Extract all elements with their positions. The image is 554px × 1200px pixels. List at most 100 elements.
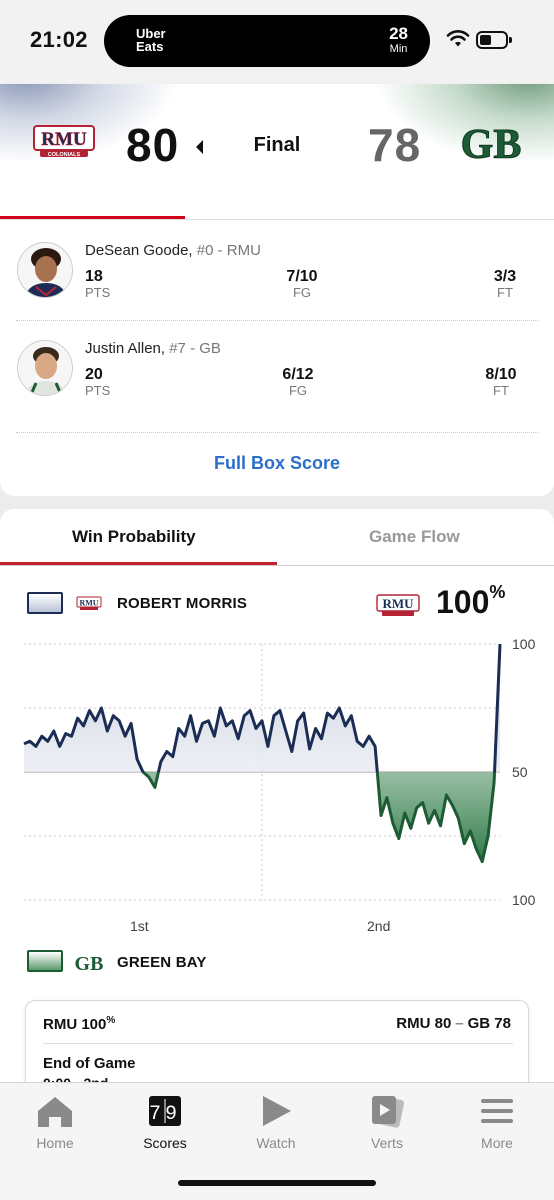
gb-color-swatch xyxy=(27,950,63,972)
stat-label: FG xyxy=(288,383,308,398)
stat-value: 3/3 xyxy=(493,268,517,285)
stat-value: 18 xyxy=(85,268,103,285)
play-score: RMU 80– GB 78 xyxy=(396,1015,511,1032)
tab-more[interactable]: More xyxy=(452,1093,542,1151)
tab-game-flow[interactable]: Game Flow xyxy=(369,527,460,547)
y-tick-label: 50 xyxy=(512,764,528,780)
home-score: 80 xyxy=(126,119,180,171)
status-bar: 21:02 Uber Eats 28 Min xyxy=(0,0,554,84)
svg-text:RMU: RMU xyxy=(41,129,87,150)
stat-value: 20 xyxy=(85,366,103,383)
menu-icon xyxy=(481,1099,513,1123)
leader-row[interactable]: Justin Allen, #7 - GB 20 PTS 6/12 FG 8/1… xyxy=(0,340,554,436)
stat-fg: 7/10 FG xyxy=(270,268,334,300)
game-status: Final xyxy=(253,134,301,156)
wifi-icon xyxy=(446,30,470,47)
play-win-prob-sym: % xyxy=(106,1015,116,1026)
live-activity-island[interactable]: Uber Eats 28 Min xyxy=(104,15,430,67)
away-score: 78 xyxy=(368,119,422,171)
tab-label: Verts xyxy=(371,1135,403,1151)
play-score-away: GB 78 xyxy=(467,1015,511,1032)
tab-divider xyxy=(0,565,554,566)
win-probability-chart[interactable]: 100 50 100 xyxy=(0,634,554,934)
player-name-text: DeSean Goode, xyxy=(85,242,193,259)
stat-label: FT xyxy=(493,383,509,398)
stat-pts: 20 PTS xyxy=(85,366,110,398)
play-icon xyxy=(263,1096,291,1126)
y-tick-label: 100 xyxy=(512,892,536,908)
player-name: Justin Allen, #7 - GB xyxy=(85,340,221,357)
player-avatar xyxy=(17,340,73,396)
svg-text:GB: GB xyxy=(461,122,522,164)
home-area xyxy=(24,644,500,772)
eta-unit: Min xyxy=(389,43,408,55)
play-win-prob-value: RMU 100 xyxy=(43,1016,107,1033)
rmu-logo[interactable]: RMU COLONIALS xyxy=(32,124,96,160)
scores-icon: 79 xyxy=(149,1096,181,1126)
tab-verts[interactable]: Verts xyxy=(342,1093,432,1151)
stat-label: FT xyxy=(497,285,513,300)
battery-icon xyxy=(476,31,512,49)
player-meta: #7 - GB xyxy=(169,340,221,357)
chart-svg: 100 50 100 xyxy=(23,636,536,908)
stat-fg: 6/12 FG xyxy=(266,366,330,398)
period-label-1st: 1st xyxy=(130,918,149,934)
stat-ft: 8/10 FT xyxy=(476,366,526,398)
gb-logo[interactable]: GB xyxy=(458,120,524,165)
game-leaders-card: DeSean Goode, #0 - RMU 18 PTS 7/10 FG 3/… xyxy=(0,206,554,496)
verts-icon xyxy=(372,1096,405,1128)
rmu-small-logo: RMU xyxy=(76,596,102,610)
tab-watch[interactable]: Watch xyxy=(231,1093,321,1151)
home-icon xyxy=(38,1097,72,1127)
player-name-text: Justin Allen, xyxy=(85,340,166,357)
rmu-color-swatch xyxy=(27,592,63,614)
stat-label: PTS xyxy=(85,383,111,398)
svg-text:79: 79 xyxy=(149,1103,181,1126)
stat-label: FG xyxy=(292,285,312,300)
stat-label: PTS xyxy=(85,285,111,300)
brand-line-2: Eats xyxy=(136,39,164,54)
play-separator xyxy=(43,1043,513,1044)
leader-row[interactable]: DeSean Goode, #0 - RMU 18 PTS 7/10 FG 3/… xyxy=(0,242,554,338)
play-score-dash: – xyxy=(455,1015,464,1032)
stat-ft: 3/3 FT xyxy=(480,268,530,300)
period-label-2nd: 2nd xyxy=(367,918,391,934)
divider xyxy=(16,320,538,321)
bottom-team-name: GREEN BAY xyxy=(117,954,207,971)
winner-indicator-icon xyxy=(196,140,203,154)
rmu-logo-medium: RMU xyxy=(376,594,420,616)
game-header: RMU COLONIALS 80 Final 78 GB xyxy=(0,84,554,206)
eta: 28 Min xyxy=(389,24,408,56)
divider xyxy=(16,432,538,433)
tab-label: More xyxy=(481,1135,513,1151)
play-score-home: RMU 80 xyxy=(396,1015,452,1032)
player-avatar xyxy=(17,242,73,298)
full-box-score-link[interactable]: Full Box Score xyxy=(0,453,554,474)
stat-value: 7/10 xyxy=(286,268,318,285)
win-percentage-value: 100 xyxy=(436,584,490,620)
player-meta: #0 - RMU xyxy=(196,242,261,259)
top-tab-line xyxy=(0,219,554,220)
eta-value: 28 xyxy=(389,24,408,43)
tab-label: Home xyxy=(36,1135,74,1151)
svg-text:RMU: RMU xyxy=(382,596,414,611)
tab-win-probability[interactable]: Win Probability xyxy=(72,527,196,547)
gb-small-logo: GB xyxy=(75,953,103,973)
stat-pts: 18 PTS xyxy=(85,268,110,300)
stat-value: 8/10 xyxy=(485,366,517,383)
tab-label: Watch xyxy=(256,1135,296,1151)
play-description: End of Game xyxy=(43,1055,136,1072)
tab-home[interactable]: Home xyxy=(10,1093,100,1151)
player-name: DeSean Goode, #0 - RMU xyxy=(85,242,261,259)
tab-scores[interactable]: 79 Scores xyxy=(120,1093,210,1151)
svg-text:COLONIALS: COLONIALS xyxy=(48,152,81,158)
status-time: 21:02 xyxy=(30,27,88,52)
uber-eats-logo: Uber Eats xyxy=(136,27,166,53)
play-win-prob: RMU 100% xyxy=(43,1015,115,1033)
percent-symbol: % xyxy=(489,582,506,602)
win-percentage: 100% xyxy=(436,582,506,621)
top-team-name: ROBERT MORRIS xyxy=(117,595,248,612)
svg-text:RMU: RMU xyxy=(79,599,98,608)
y-tick-label: 100 xyxy=(512,636,536,652)
svg-text:GB: GB xyxy=(75,953,103,973)
